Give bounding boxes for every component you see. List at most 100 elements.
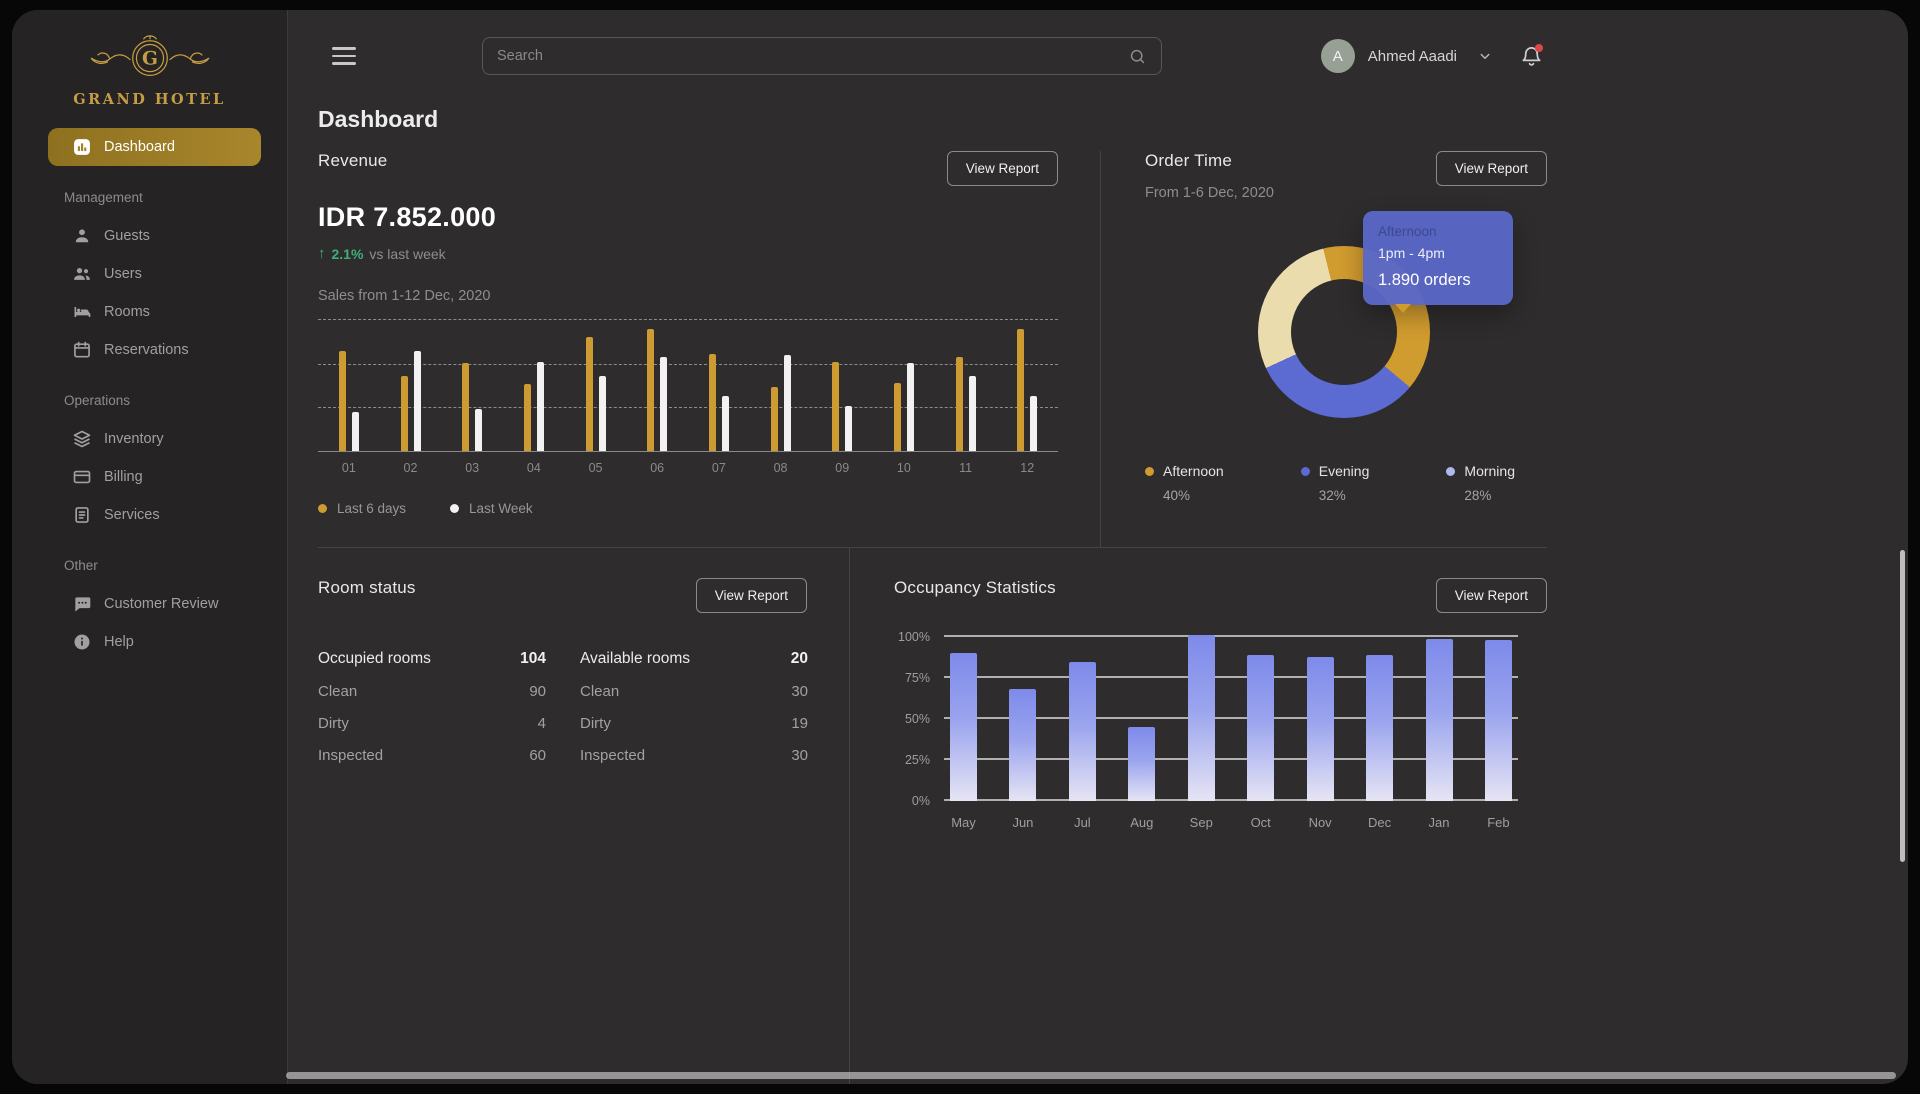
menu-toggle-button[interactable] bbox=[332, 47, 356, 65]
search-input[interactable] bbox=[497, 48, 1128, 64]
tooltip-orders: 1.890 orders bbox=[1378, 271, 1498, 290]
trend-up-icon: ↑ bbox=[318, 245, 326, 262]
vertical-scrollbar[interactable] bbox=[1900, 550, 1905, 862]
svg-text:G: G bbox=[142, 48, 158, 70]
sidebar-item-label: Users bbox=[104, 266, 142, 282]
chevron-down-icon[interactable] bbox=[1470, 47, 1494, 65]
sidebar-item-reservations[interactable]: Reservations bbox=[48, 331, 261, 369]
x-tick-label: Jan bbox=[1429, 815, 1450, 830]
sidebar-item-help[interactable]: Help bbox=[48, 623, 261, 661]
users-icon bbox=[72, 264, 92, 284]
room-status-value: 30 bbox=[791, 747, 808, 764]
horizontal-scrollbar[interactable] bbox=[286, 1072, 1896, 1079]
x-tick: Oct bbox=[1247, 815, 1274, 830]
revenue-legend-item: Last Week bbox=[450, 501, 533, 516]
occupancy-bar-column bbox=[1307, 637, 1334, 801]
x-tick-label: Oct bbox=[1251, 815, 1271, 830]
room-status-label: Dirty bbox=[318, 715, 349, 732]
occupancy-bar-column bbox=[1128, 637, 1155, 801]
room-status-view-report-button[interactable]: View Report bbox=[696, 578, 807, 613]
x-tick-label: 06 bbox=[626, 461, 688, 475]
occupancy-bar-chart: 0%25%50%75%100% MayJunJulAugSepOctNovDec… bbox=[894, 637, 1547, 830]
room-status-value: 60 bbox=[529, 747, 546, 764]
occupancy-bar bbox=[1366, 655, 1393, 801]
x-tick-label: Feb bbox=[1487, 815, 1509, 830]
x-tick-label: 12 bbox=[996, 461, 1058, 475]
room-status-label: Inspected bbox=[318, 747, 383, 764]
room-status-value: 30 bbox=[791, 683, 808, 700]
revenue-bar-last-6-days bbox=[709, 354, 716, 451]
occupancy-view-report-button[interactable]: View Report bbox=[1436, 578, 1547, 613]
legend-label: Last Week bbox=[469, 501, 533, 516]
x-tick-label: Aug bbox=[1130, 815, 1153, 830]
sidebar-item-label: Customer Review bbox=[104, 596, 218, 612]
revenue-view-report-button[interactable]: View Report bbox=[947, 151, 1058, 186]
order-legend-item: Afternoon 40% bbox=[1145, 463, 1224, 503]
room-status-value: 20 bbox=[791, 650, 808, 668]
room-status-row: Clean90 bbox=[318, 675, 546, 707]
sidebar-item-guests[interactable]: Guests bbox=[48, 217, 261, 255]
revenue-bar-group bbox=[565, 320, 627, 451]
x-tick-label: 11 bbox=[935, 461, 997, 475]
sidebar-item-users[interactable]: Users bbox=[48, 255, 261, 293]
x-tick-label: 03 bbox=[441, 461, 503, 475]
revenue-legend-item: Last 6 days bbox=[318, 501, 406, 516]
search-box[interactable] bbox=[482, 37, 1162, 75]
revenue-amount: IDR 7.852.000 bbox=[318, 202, 1058, 233]
x-tick-label: 01 bbox=[318, 461, 380, 475]
occupancy-bar bbox=[950, 653, 977, 801]
occupancy-y-axis: 0%25%50%75%100% bbox=[894, 637, 944, 801]
sidebar-item-dashboard[interactable]: Dashboard bbox=[48, 128, 261, 166]
legend-value: 32% bbox=[1301, 488, 1370, 503]
x-tick: Jul bbox=[1069, 815, 1096, 830]
occupancy-bar bbox=[1485, 640, 1512, 801]
order-time-view-report-button[interactable]: View Report bbox=[1436, 151, 1547, 186]
occupancy-section: Occupancy Statistics View Report 0%25%50… bbox=[849, 548, 1547, 1084]
occupancy-bar-column bbox=[1247, 637, 1274, 801]
legend-dot bbox=[1301, 467, 1310, 476]
logo: G GRAND HOTEL bbox=[12, 30, 287, 108]
room-status-table: Occupied rooms104Clean90Dirty4Inspected6… bbox=[318, 643, 807, 771]
legend-value: 28% bbox=[1446, 488, 1515, 503]
legend-label: Last 6 days bbox=[337, 501, 406, 516]
room-status-value: 4 bbox=[538, 715, 546, 732]
legend-label: Morning bbox=[1464, 463, 1515, 479]
x-tick: Aug bbox=[1128, 815, 1155, 830]
notifications-button[interactable] bbox=[1520, 45, 1543, 68]
order-time-section: Order Time From 1-6 Dec, 2020 View Repor… bbox=[1100, 151, 1547, 547]
sidebar-item-customer-review[interactable]: Customer Review bbox=[48, 585, 261, 623]
x-tick-label: Jul bbox=[1074, 815, 1091, 830]
services-icon bbox=[72, 505, 92, 525]
revenue-bar-last-week bbox=[1030, 396, 1037, 451]
occupancy-bar bbox=[1188, 635, 1215, 801]
logo-text: GRAND HOTEL bbox=[12, 91, 287, 108]
user-menu[interactable]: A Ahmed Aaadi bbox=[1321, 39, 1494, 73]
legend-value: 40% bbox=[1145, 488, 1224, 503]
sidebar-item-inventory[interactable]: Inventory bbox=[48, 420, 261, 458]
x-tick: Nov bbox=[1307, 815, 1334, 830]
occupancy-x-axis: MayJunJulAugSepOctNovDecJanFeb bbox=[944, 815, 1518, 830]
revenue-bar-group bbox=[318, 320, 380, 451]
sidebar-item-rooms[interactable]: Rooms bbox=[48, 293, 261, 331]
sidebar-item-billing[interactable]: Billing bbox=[48, 458, 261, 496]
order-legend-top: Afternoon bbox=[1145, 463, 1224, 479]
avatar[interactable]: A bbox=[1321, 39, 1355, 73]
x-tick-label: Nov bbox=[1309, 815, 1332, 830]
dashboard-icon bbox=[72, 137, 92, 157]
bottom-row: Room status View Report Occupied rooms10… bbox=[318, 547, 1547, 1084]
occupancy-bar bbox=[1247, 655, 1274, 801]
room-status-row: Inspected 60 bbox=[318, 739, 546, 771]
x-tick-label: May bbox=[951, 815, 976, 830]
sidebar-item-services[interactable]: Services bbox=[48, 496, 261, 534]
occupancy-title: Occupancy Statistics bbox=[894, 578, 1056, 598]
donut-tooltip: Afternoon 1pm - 4pm 1.890 orders bbox=[1363, 211, 1513, 305]
revenue-bar-last-6-days bbox=[586, 337, 593, 451]
room-status-row: Dirty 4 bbox=[318, 707, 546, 739]
room-status-label: Dirty bbox=[580, 715, 611, 732]
revenue-subtitle: Sales from 1-12 Dec, 2020 bbox=[318, 288, 1058, 304]
revenue-bar-group bbox=[626, 320, 688, 451]
billing-icon bbox=[72, 467, 92, 487]
revenue-change: ↑ 2.1% vs last week bbox=[318, 245, 1058, 262]
room-status-label: Clean bbox=[318, 683, 357, 700]
x-tick: Sep bbox=[1188, 815, 1215, 830]
